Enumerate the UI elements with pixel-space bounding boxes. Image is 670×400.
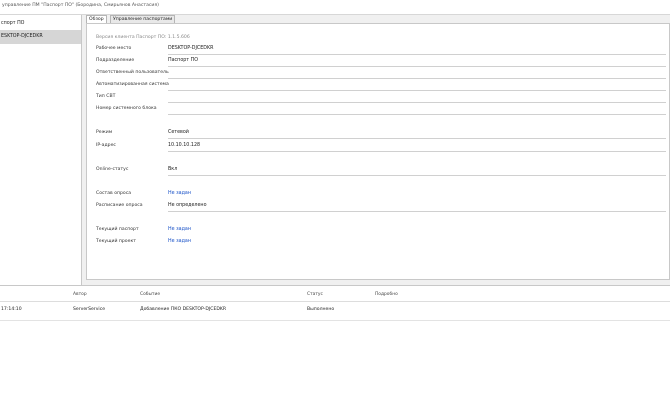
overview-panel: Версия клиента Паспорт ПО: 1.1.5.606 Раб… bbox=[86, 23, 670, 280]
poll-schedule-value[interactable]: Не определено bbox=[168, 203, 207, 208]
field-label: Online-статус bbox=[96, 167, 129, 172]
field-label: Номер системного блока bbox=[96, 106, 157, 111]
field-workstation: Рабочее место DESKTOP-DJCEDKR bbox=[96, 44, 666, 55]
field-label: Текущий паспорт bbox=[96, 227, 139, 232]
sidebar-item-label: ESKTOP-DJCEDKR bbox=[1, 34, 43, 39]
window-title: управление ПМ "Паспорт ПО" (Бородина, См… bbox=[2, 3, 159, 8]
column-header-details[interactable]: Подробно bbox=[375, 292, 398, 297]
mode-value[interactable]: Сетевой bbox=[168, 130, 189, 135]
window-titlebar: управление ПМ "Паспорт ПО" (Бородина, См… bbox=[0, 0, 670, 15]
tab-passport-management[interactable]: Управление паспортами bbox=[110, 15, 176, 23]
field-online-status: Online-статус Вкл bbox=[96, 165, 666, 176]
field-department: Подразделение Паспорт ПО bbox=[96, 56, 666, 67]
current-project-link[interactable]: Не задан bbox=[168, 239, 191, 244]
field-poll-composition: Состав опроса Не задан bbox=[96, 189, 666, 199]
field-svt-type: Тип СВТ bbox=[96, 92, 666, 103]
field-label: Режим bbox=[96, 130, 113, 135]
field-label: IP-адрес bbox=[96, 143, 116, 148]
field-underline bbox=[168, 114, 666, 115]
cell-status: Выполнено bbox=[307, 307, 335, 312]
field-label: Расписание опроса bbox=[96, 203, 143, 208]
field-underline bbox=[168, 66, 666, 67]
field-current-project: Текущий проект Не задан bbox=[96, 237, 666, 247]
field-label: Тип СВТ bbox=[96, 94, 116, 99]
column-header-status[interactable]: Статус bbox=[307, 292, 323, 297]
field-responsible-user: Ответственный пользователь bbox=[96, 68, 666, 79]
cell-time: 17:14:10 bbox=[1, 307, 22, 312]
field-underline bbox=[168, 54, 666, 55]
event-log-grid: Автор Событие Статус Подробно 17:14:10 S… bbox=[0, 286, 670, 400]
sidebar-item-passport-po[interactable]: спорт ПО bbox=[0, 17, 81, 31]
field-current-passport: Текущий паспорт Не задан bbox=[96, 225, 666, 235]
cell-event: Добавление ПКО DESKTOP-DJCEDKR bbox=[140, 307, 227, 312]
field-label: Состав опроса bbox=[96, 191, 132, 196]
client-version: Версия клиента Паспорт ПО: 1.1.5.606 bbox=[96, 35, 190, 40]
main-area: Обзор Управление паспортами Версия клиен… bbox=[82, 15, 670, 285]
field-label: Подразделение bbox=[96, 58, 135, 63]
field-underline bbox=[168, 90, 666, 91]
column-header-event[interactable]: Событие bbox=[140, 292, 160, 297]
row-separator bbox=[0, 320, 670, 321]
field-underline bbox=[168, 78, 666, 79]
field-underline bbox=[168, 175, 666, 176]
field-underline bbox=[168, 138, 666, 139]
current-passport-link[interactable]: Не задан bbox=[168, 227, 191, 232]
field-label: Автоматизированная система bbox=[96, 82, 169, 87]
column-header-author[interactable]: Автор bbox=[73, 292, 87, 297]
field-system-unit-number: Номер системного блока bbox=[96, 104, 666, 115]
field-ip-address: IP-адрес 10.10.10.128 bbox=[96, 141, 666, 152]
field-underline bbox=[168, 211, 666, 212]
field-underline bbox=[168, 151, 666, 152]
workstation-value[interactable]: DESKTOP-DJCEDKR bbox=[168, 46, 213, 51]
sidebar-item-desktop[interactable]: ESKTOP-DJCEDKR bbox=[0, 30, 81, 44]
poll-composition-link[interactable]: Не задан bbox=[168, 191, 191, 196]
field-poll-schedule: Расписание опроса Не определено bbox=[96, 201, 666, 212]
field-underline bbox=[168, 102, 666, 103]
ip-address-value[interactable]: 10.10.10.128 bbox=[168, 143, 200, 148]
department-value[interactable]: Паспорт ПО bbox=[168, 58, 198, 63]
header-separator bbox=[0, 301, 670, 302]
field-label: Ответственный пользователь bbox=[96, 70, 169, 75]
online-status-value[interactable]: Вкл bbox=[168, 167, 177, 172]
sidebar-tree: спорт ПО ESKTOP-DJCEDKR bbox=[0, 15, 82, 285]
field-label: Текущий проект bbox=[96, 239, 136, 244]
field-label: Рабочее место bbox=[96, 46, 132, 51]
field-automated-system: Автоматизированная система bbox=[96, 80, 666, 91]
cell-author: ServerService bbox=[73, 307, 106, 312]
field-mode: Режим Сетевой bbox=[96, 128, 666, 139]
sidebar-item-label: спорт ПО bbox=[1, 21, 25, 26]
